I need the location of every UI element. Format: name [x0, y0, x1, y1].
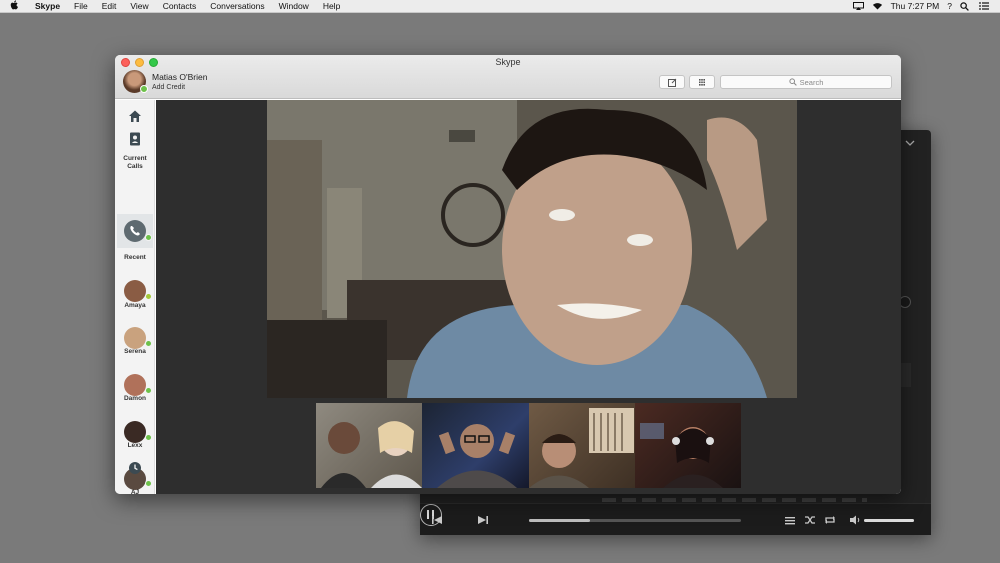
airplay-icon[interactable]: [852, 2, 864, 10]
chevron-down-icon[interactable]: [905, 138, 915, 148]
recent-presence-icon: [145, 234, 152, 241]
skype-window: Skype Matias O'Brien Add Credit Search C…: [115, 55, 901, 494]
clock[interactable]: Thu 7:27 PM: [891, 1, 940, 11]
search-icon: [789, 78, 797, 86]
menu-view[interactable]: View: [123, 1, 155, 11]
participant-video-4[interactable]: [635, 403, 741, 488]
status-tray: Thu 7:27 PM ?: [852, 1, 1000, 11]
repeat-icon[interactable]: [823, 512, 837, 528]
profile-name[interactable]: Matias O'Brien: [152, 72, 207, 82]
playback-progress-bar[interactable]: [529, 519, 741, 522]
menu-bar: Skype File Edit View Contacts Conversati…: [0, 0, 1000, 13]
contact-name-damon[interactable]: Damon: [115, 395, 155, 403]
menu-help[interactable]: Help: [316, 1, 347, 11]
participant-video-3-scene: [529, 408, 634, 488]
contact-name-serena[interactable]: Serena: [115, 348, 155, 356]
menu-conversations[interactable]: Conversations: [203, 1, 271, 11]
playback-progress-fill: [529, 519, 591, 522]
player-controls-bar: [420, 503, 931, 535]
participant-video-3[interactable]: [529, 403, 635, 488]
contact-avatar-lexx[interactable]: [124, 421, 146, 443]
sidebar: Current Calls Recent Amaya Serena Damon …: [115, 100, 155, 494]
previous-track-icon[interactable]: [430, 512, 444, 528]
presence-icon-lexx: [145, 434, 152, 441]
menu-edit[interactable]: Edit: [95, 1, 124, 11]
shuffle-icon[interactable]: [803, 512, 817, 528]
participant-video-1-scene: [321, 421, 422, 488]
now-playing-caption: [602, 498, 867, 502]
volume-icon[interactable]: [848, 512, 862, 528]
dialpad-button[interactable]: [689, 75, 715, 89]
add-credit-link[interactable]: Add Credit: [152, 84, 185, 91]
contact-avatar-damon[interactable]: [124, 374, 146, 396]
contact-name-lexx[interactable]: Lexx: [115, 442, 155, 450]
profile-online-status-icon: [140, 85, 148, 93]
current-calls-label[interactable]: Current Calls: [115, 155, 155, 171]
presence-icon-aj: [145, 480, 152, 487]
history-clock-icon[interactable]: [128, 461, 142, 475]
dialpad-icon: [699, 79, 705, 86]
menu-contacts[interactable]: Contacts: [156, 1, 204, 11]
presence-icon-damon: [145, 387, 152, 394]
main-video-feed[interactable]: [267, 100, 797, 398]
contacts-book-icon[interactable]: [127, 131, 143, 147]
contact-avatar-serena[interactable]: [124, 327, 146, 349]
call-area: [156, 100, 901, 494]
presence-icon-serena: [145, 340, 152, 347]
main-video-scene: [267, 100, 797, 398]
home-icon[interactable]: [127, 108, 143, 124]
apple-icon[interactable]: [0, 0, 28, 12]
recent-calls-button[interactable]: [124, 220, 146, 242]
spotlight-search-icon[interactable]: [960, 2, 971, 11]
menu-file[interactable]: File: [67, 1, 95, 11]
menu-window[interactable]: Window: [272, 1, 316, 11]
search-input[interactable]: Search: [720, 75, 892, 89]
presence-icon-amaya: [145, 293, 152, 300]
queue-icon[interactable]: [783, 512, 797, 528]
volume-slider[interactable]: [864, 519, 914, 522]
notification-center-icon[interactable]: [979, 2, 990, 10]
title-bar[interactable]: Skype Matias O'Brien Add Credit Search: [115, 55, 901, 99]
participant-video-1[interactable]: [316, 403, 422, 488]
wifi-icon[interactable]: [872, 2, 883, 10]
user-switch-icon[interactable]: ?: [947, 1, 952, 11]
search-placeholder: Search: [799, 77, 824, 87]
participant-video-2-scene: [437, 424, 517, 488]
volume-slider-fill: [864, 519, 914, 522]
next-track-icon[interactable]: [476, 512, 490, 528]
recent-label[interactable]: Recent: [115, 254, 155, 262]
contact-name-amaya[interactable]: Amaya: [115, 302, 155, 310]
contact-avatar-amaya[interactable]: [124, 280, 146, 302]
new-conversation-button[interactable]: [659, 75, 685, 89]
window-title: Skype: [495, 57, 521, 67]
participant-video-2[interactable]: [422, 403, 529, 488]
participant-video-4-scene: [640, 423, 723, 488]
phone-icon: [130, 226, 140, 236]
menu-app-name[interactable]: Skype: [28, 1, 67, 11]
compose-icon: [668, 78, 677, 87]
